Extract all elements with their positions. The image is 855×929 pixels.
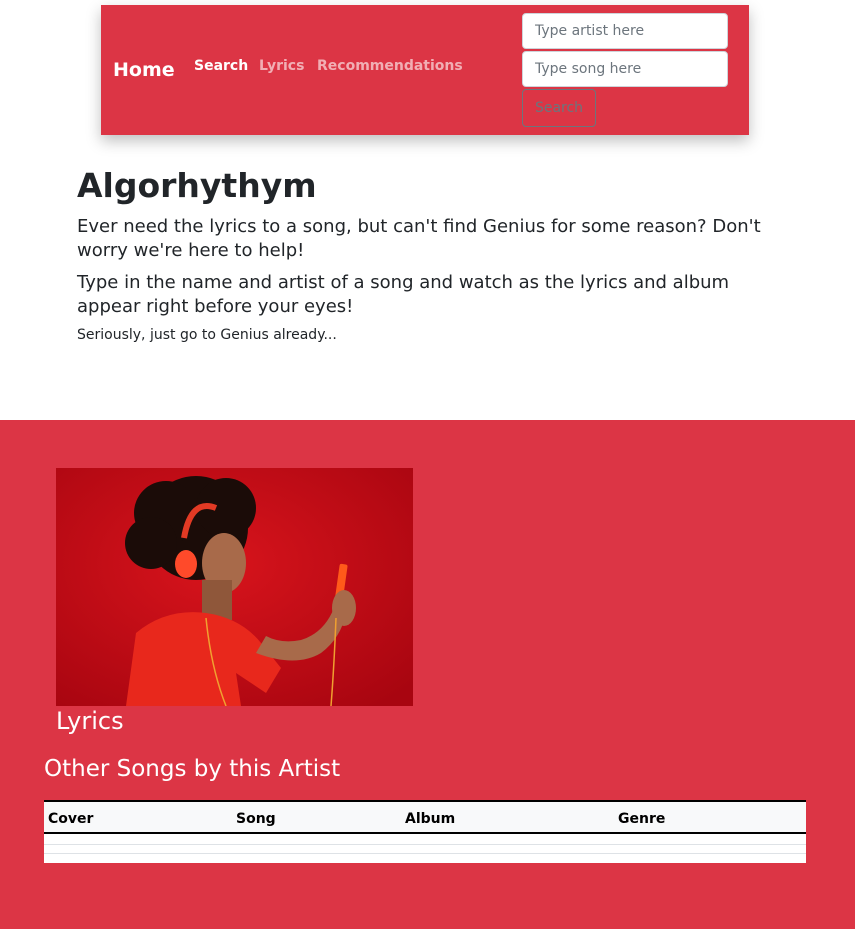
other-songs-table: Cover Song Album Genre [44,800,806,863]
column-header-album: Album [405,811,456,827]
intro-section: Algorhythym Ever need the lyrics to a so… [77,165,777,343]
table-header-row: Cover Song Album Genre [44,800,806,834]
navbar: Home Search Lyrics Recommendations Searc… [101,5,749,135]
column-header-song: Song [236,811,276,827]
intro-lead-instructions: Type in the name and artist of a song an… [77,272,730,317]
column-header-cover: Cover [48,811,94,827]
brand-home-link[interactable]: Home [113,59,175,81]
artist-input[interactable] [522,13,728,49]
intro-lead-lyrics: Ever need the lyrics to a song, but can'… [77,216,761,261]
nav-link-search[interactable]: Search [194,58,248,74]
table-row [44,853,806,854]
column-header-genre: Genre [618,811,666,827]
song-input[interactable] [522,51,728,87]
hero-photo-listener-with-headphones [56,468,413,706]
search-button[interactable]: Search [522,89,596,127]
lyrics-heading: Lyrics [56,707,124,735]
intro-small-note: Seriously, just go to Genius already... [77,327,337,343]
results-section: Lyrics Other Songs by this Artist Cover … [0,420,855,929]
nav-link-recommendations[interactable]: Recommendations [317,58,463,74]
page-title: Algorhythym [77,166,317,205]
nav-link-lyrics[interactable]: Lyrics [259,58,304,74]
other-songs-heading: Other Songs by this Artist [44,756,341,782]
table-row [44,844,806,845]
